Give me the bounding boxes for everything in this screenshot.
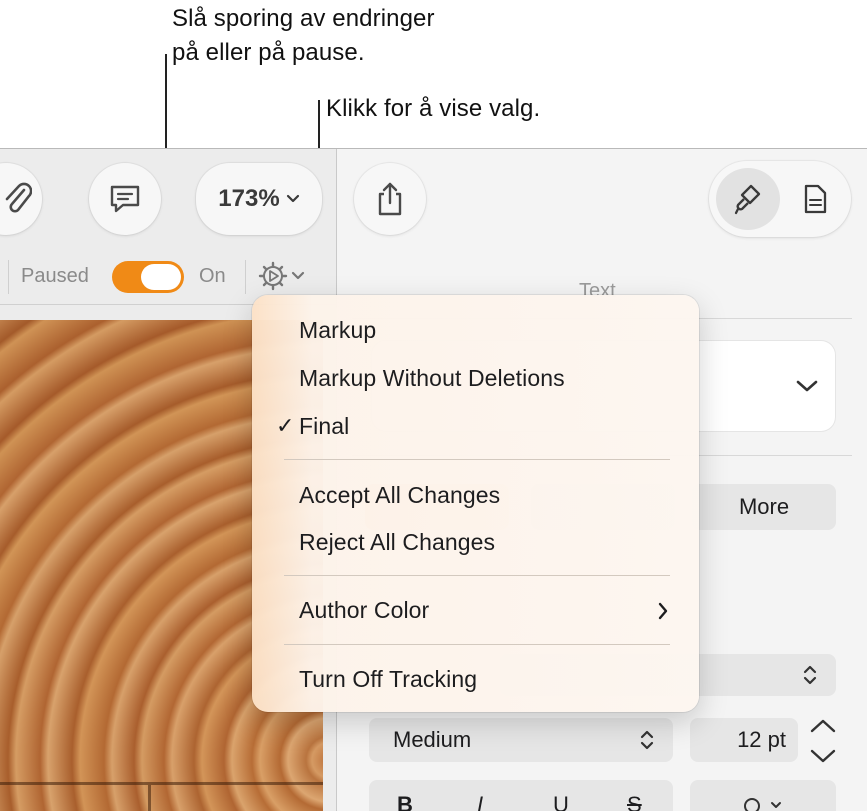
tracking-separator-left xyxy=(8,260,9,294)
more-button-label: More xyxy=(738,494,790,519)
zoom-value: 173% xyxy=(218,185,280,212)
checkmark-icon: ✓ xyxy=(276,413,295,438)
gear-icon xyxy=(258,261,305,291)
more-button[interactable]: More xyxy=(692,484,836,530)
wood-seam-horizontal xyxy=(0,782,323,785)
paused-label: Paused xyxy=(21,265,89,287)
menu-item-turn-off-tracking[interactable]: Turn Off Tracking xyxy=(299,666,477,693)
font-size-value: 12 pt xyxy=(737,727,786,752)
menu-separator-1 xyxy=(284,459,670,460)
bold-button[interactable]: B xyxy=(397,792,413,811)
callout-options: Klikk for å vise valg. xyxy=(326,95,541,122)
underline-button[interactable]: U xyxy=(553,792,569,811)
text-style-buttons: B I U S xyxy=(369,780,673,811)
window-top-border xyxy=(0,148,867,149)
document-icon xyxy=(804,184,827,214)
zoom-button[interactable]: 173% xyxy=(196,163,322,235)
menu-separator-2 xyxy=(284,575,670,576)
paperclip-icon xyxy=(5,182,32,213)
on-label: On xyxy=(199,265,226,287)
stepper-arrows-icon xyxy=(810,719,836,763)
advanced-options-button[interactable] xyxy=(690,780,836,811)
tracking-toggle[interactable] xyxy=(112,261,184,293)
italic-button[interactable]: I xyxy=(477,792,483,811)
gear-icon xyxy=(744,798,781,811)
menu-item-reject-all[interactable]: Reject All Changes xyxy=(299,529,495,556)
share-icon xyxy=(378,182,402,216)
paintbrush-icon xyxy=(734,184,761,215)
callout-tracking-line2: på eller på pause. xyxy=(172,39,365,66)
font-weight-value: Medium xyxy=(393,727,472,752)
menu-item-author-color[interactable]: Author Color xyxy=(299,597,429,624)
wood-seam-vertical xyxy=(148,785,151,811)
chevron-updown-icon xyxy=(640,730,654,750)
chevron-updown-icon xyxy=(803,665,817,685)
chevron-down-icon xyxy=(286,194,299,203)
comment-button[interactable] xyxy=(89,163,161,235)
tracking-options-button[interactable] xyxy=(256,260,312,292)
menu-item-accept-all[interactable]: Accept All Changes xyxy=(299,482,500,509)
chevron-right-icon xyxy=(658,602,668,620)
chevron-down-icon xyxy=(796,380,818,392)
strikethrough-button[interactable]: S xyxy=(627,792,642,811)
font-size-stepper[interactable] xyxy=(806,716,840,766)
format-button[interactable] xyxy=(716,168,780,230)
menu-item-final[interactable]: Final xyxy=(299,413,349,440)
toggle-knob xyxy=(141,264,181,290)
document-button[interactable] xyxy=(784,168,846,230)
share-button[interactable] xyxy=(354,163,426,235)
tracking-separator-right xyxy=(245,260,246,294)
font-size-field[interactable]: 12 pt xyxy=(690,718,798,762)
menu-item-markup-without-deletions[interactable]: Markup Without Deletions xyxy=(299,365,565,392)
callout-tracking-line1: Slå sporing av endringer xyxy=(172,5,435,32)
menu-item-markup[interactable]: Markup xyxy=(299,317,376,344)
tracking-options-menu: Markup Markup Without Deletions ✓ Final … xyxy=(252,295,699,712)
font-weight-popup[interactable]: Medium xyxy=(369,718,673,762)
comment-icon xyxy=(110,185,140,213)
menu-separator-3 xyxy=(284,644,670,645)
